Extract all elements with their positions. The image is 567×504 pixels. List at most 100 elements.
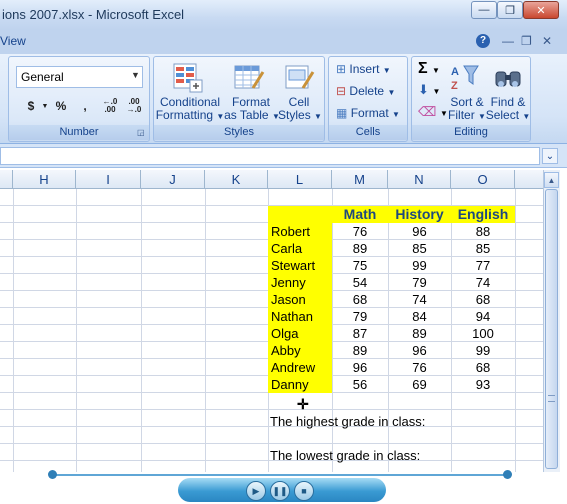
maximize-button[interactable]: ❐ [497,1,523,19]
ribbon-close-icon[interactable]: ✕ [542,34,552,48]
history-score-cell[interactable]: 89 [388,325,451,342]
cells-group-label: Cells [329,125,407,140]
cell-styles-label-2[interactable]: Styles ▼ [278,109,322,123]
math-score-cell[interactable]: 96 [332,359,388,376]
play-icon[interactable]: ▶ [246,481,266,501]
header-math[interactable]: Math [332,206,388,223]
history-score-cell[interactable]: 96 [388,223,451,240]
minimize-button[interactable]: — [471,1,497,19]
history-score-cell[interactable]: 85 [388,240,451,257]
english-score-cell[interactable]: 74 [451,274,515,291]
format-icon: ▦ [336,106,348,120]
column-header-k[interactable]: K [205,170,268,189]
math-score-cell[interactable]: 89 [332,240,388,257]
number-format-select[interactable]: General [16,66,143,88]
lowest-grade-label[interactable]: The lowest grade in class: [270,447,470,464]
student-name-cell[interactable]: Jason [268,291,332,308]
decrease-decimal-button[interactable]: .00 →.0 [122,96,146,116]
seek-end-handle[interactable] [503,470,512,479]
delete-button[interactable]: ⊟ Delete ▼ [336,84,395,98]
increase-decimal-button[interactable]: ←.0 .00 [98,96,122,116]
conditional-formatting-icon[interactable] [172,62,204,99]
format-as-table-icon[interactable] [233,62,265,99]
header-blank-cell[interactable] [268,206,332,223]
math-score-cell[interactable]: 79 [332,308,388,325]
seek-start-handle[interactable] [48,470,57,479]
history-score-cell[interactable]: 69 [388,376,451,393]
math-score-cell[interactable]: 68 [332,291,388,308]
student-name-cell[interactable]: Danny [268,376,332,393]
english-score-cell[interactable]: 77 [451,257,515,274]
stop-icon[interactable]: ■ [294,481,314,501]
math-score-cell[interactable]: 75 [332,257,388,274]
insert-button[interactable]: ⊞ Insert ▼ [336,62,391,76]
fill-icon[interactable]: ⬇ ▼ [418,82,440,98]
conditional-formatting-label-2[interactable]: Formatting ▼ [155,109,225,123]
column-header-h[interactable]: H [13,170,76,189]
dialog-launcher-icon[interactable]: ◲ [137,128,145,137]
history-score-cell[interactable]: 79 [388,274,451,291]
english-score-cell[interactable]: 93 [451,376,515,393]
math-score-cell[interactable]: 56 [332,376,388,393]
worksheet-grid[interactable]: Math History English Robert 76 96 88 Carla 89… [0,189,543,472]
english-score-cell[interactable]: 85 [451,240,515,257]
find-select-icon[interactable] [493,62,523,97]
column-header-i[interactable]: I [76,170,141,189]
student-name-cell[interactable]: Stewart [268,257,332,274]
scroll-up-icon[interactable]: ▲ [544,172,559,188]
math-score-cell[interactable]: 54 [332,274,388,291]
expand-formula-bar-icon[interactable]: ⌄ [542,148,558,164]
formula-input[interactable] [0,147,540,165]
english-score-cell[interactable]: 99 [451,342,515,359]
math-score-cell[interactable]: 87 [332,325,388,342]
english-score-cell[interactable]: 88 [451,223,515,240]
pause-icon[interactable]: ❚❚ [270,481,290,501]
student-name-cell[interactable]: Jenny [268,274,332,291]
history-score-cell[interactable]: 74 [388,291,451,308]
student-name-cell[interactable]: Olga [268,325,332,342]
chevron-down-icon[interactable]: ▼ [131,70,140,80]
sort-filter-label-2[interactable]: Filter ▼ [444,109,490,123]
comma-button[interactable]: , [78,96,92,116]
ribbon-restore-icon[interactable]: ❐ [521,34,532,48]
header-history[interactable]: History [388,206,451,223]
svg-text:A: A [451,66,459,78]
history-score-cell[interactable]: 84 [388,308,451,325]
math-score-cell[interactable]: 89 [332,342,388,359]
column-header-j[interactable]: J [141,170,205,189]
math-score-cell[interactable]: 76 [332,223,388,240]
tab-view[interactable]: View [0,34,26,48]
chevron-down-icon[interactable]: ▼ [40,96,50,116]
column-header-m[interactable]: M [332,170,388,189]
percent-button[interactable]: % [52,96,70,116]
autosum-icon[interactable]: Σ ▼ [418,60,440,78]
english-score-cell[interactable]: 68 [451,291,515,308]
sort-filter-icon[interactable]: A Z [450,62,480,97]
history-score-cell[interactable]: 99 [388,257,451,274]
format-button[interactable]: ▦ Format ▼ [336,106,400,120]
student-name-cell[interactable]: Andrew [268,359,332,376]
ribbon-minimize-icon[interactable]: — [502,34,514,48]
history-score-cell[interactable]: 76 [388,359,451,376]
help-icon[interactable]: ? [476,34,490,48]
history-score-cell[interactable]: 96 [388,342,451,359]
format-as-table-label-2[interactable]: as Table ▼ [224,109,280,123]
column-header-o[interactable]: O [451,170,515,189]
english-score-cell[interactable]: 68 [451,359,515,376]
student-name-cell[interactable]: Nathan [268,308,332,325]
highest-grade-label[interactable]: The highest grade in class: [270,413,470,430]
find-select-label-2[interactable]: Select ▼ [485,109,531,123]
column-header-n[interactable]: N [388,170,451,189]
student-name-cell[interactable]: Carla [268,240,332,257]
cell-styles-icon[interactable] [283,62,315,99]
close-button[interactable]: ✕ [523,1,559,19]
scrollbar-thumb[interactable] [545,189,558,469]
english-score-cell[interactable]: 94 [451,308,515,325]
number-group-label: Number [9,125,149,140]
english-score-cell[interactable]: 100 [451,325,515,342]
column-header-l[interactable]: L [268,170,332,189]
student-name-cell[interactable]: Abby [268,342,332,359]
student-name-cell[interactable]: Robert [268,223,332,240]
seek-bar[interactable] [52,474,508,476]
header-english[interactable]: English [451,206,515,223]
